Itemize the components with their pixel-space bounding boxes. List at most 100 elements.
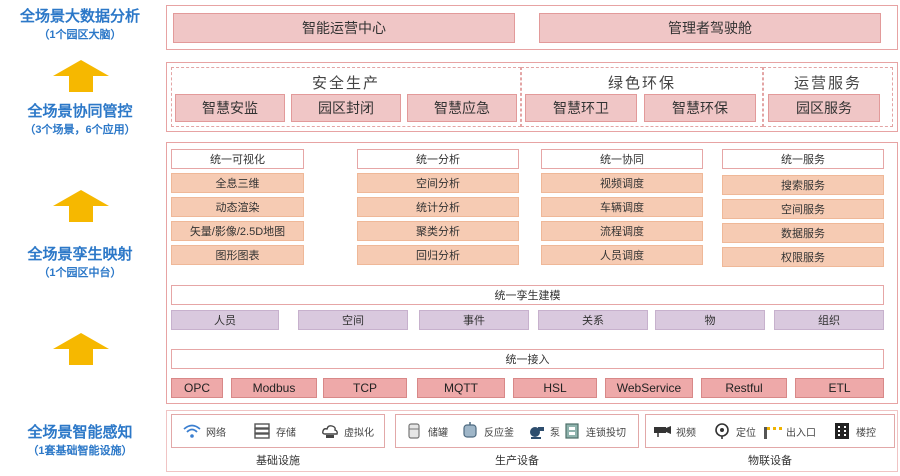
protocol-box[interactable]: Restful [701,378,787,398]
column-item[interactable]: 流程调度 [541,221,703,241]
building-icon [835,423,849,439]
device-label: 存储 [276,427,296,439]
up-arrow-icon [53,190,109,222]
app-box[interactable]: 智慧安监 [175,94,285,122]
entity-label: 事件 [463,315,485,327]
column-item[interactable]: 数据服务 [722,223,884,243]
column-item[interactable]: 视频调度 [541,173,703,193]
ops-center-box[interactable]: 智能运营中心 [173,13,515,43]
app-label: 园区服务 [796,100,852,116]
layer-label-twin: 全场景孪生映射 （1个园区中台） [0,246,160,280]
protocol-box[interactable]: HSL [513,378,597,398]
cloud-icon [322,425,338,438]
protocol-label: WebService [616,381,682,395]
device-group-label: 物联设备 [748,455,792,467]
device-item[interactable]: 连锁投切 [562,421,626,441]
unified-access-label: 统一接入 [505,354,550,366]
entity-box[interactable]: 物 [655,310,765,330]
switch-icon [565,423,579,439]
entity-box[interactable]: 组织 [774,310,884,330]
protocol-box[interactable]: Modbus [231,378,317,398]
column-item[interactable]: 人员调度 [541,245,703,265]
device-item[interactable]: 楼控 [832,421,876,441]
protocol-box[interactable]: OPC [171,378,223,398]
device-label: 楼控 [856,427,876,439]
camera-icon [654,426,671,437]
column-item-label: 视频调度 [600,178,644,190]
protocol-box[interactable]: MQTT [417,378,505,398]
layer-title: 全场景协同管控 [27,103,133,120]
device-label: 连锁投切 [586,427,626,439]
column-item-label: 权限服务 [781,252,825,264]
column-item-label: 流程调度 [600,226,644,238]
gate-icon [764,427,782,439]
device-label: 视频 [676,427,696,439]
layer-title: 全场景智能感知 [27,424,133,441]
group-title: 绿色环保 [607,75,676,92]
app-box[interactable]: 智慧应急 [407,94,517,122]
entity-label: 物 [704,315,716,327]
tank-icon [408,423,420,439]
column-item[interactable]: 空间分析 [357,173,519,193]
column-item[interactable]: 统计分析 [357,197,519,217]
column-item-label: 回归分析 [416,250,460,262]
column-item-label: 动态渲染 [215,202,260,214]
protocol-label: MQTT [444,381,478,395]
column-item-label: 搜索服务 [781,180,825,192]
device-item[interactable]: 视频 [652,421,696,441]
storage-icon [254,423,270,439]
group-title: 安全生产 [311,75,380,92]
layer-label-collab: 全场景协同管控 （3个场景，6个应用） [0,103,160,137]
entity-box[interactable]: 事件 [419,310,529,330]
column-item[interactable]: 矢量/影像/2.5D地图 [171,221,304,241]
device-item[interactable]: 虚拟化 [320,421,374,441]
column-item[interactable]: 搜索服务 [722,175,884,195]
device-item[interactable]: 定位 [712,421,756,441]
protocol-box[interactable]: WebService [605,378,693,398]
column-head-label: 统一协同 [600,154,644,166]
device-group-production: 储罐 反应釜 泵 连锁投切 [395,414,639,448]
protocol-label: HSL [543,381,567,395]
app-box[interactable]: 智慧环保 [644,94,756,122]
group-safety: 安全生产 智慧安监 园区封闭 智慧应急 [171,67,521,127]
column-item[interactable]: 车辆调度 [541,197,703,217]
column-item[interactable]: 动态渲染 [171,197,304,217]
reactor-icon [463,422,477,438]
device-item[interactable]: 反应釜 [460,421,514,441]
cockpit-box[interactable]: 管理者驾驶舱 [539,13,881,43]
app-label: 智慧应急 [434,100,490,116]
layer-title: 全场景孪生映射 [27,246,133,263]
column-item[interactable]: 全息三维 [171,173,304,193]
column-item[interactable]: 图形图表 [171,245,304,265]
column-item[interactable]: 回归分析 [357,245,519,265]
group-ops: 运营服务 园区服务 [763,67,893,127]
entity-label: 空间 [342,315,364,327]
device-item[interactable]: 泵 [526,421,560,441]
protocol-label: Restful [725,381,763,395]
app-box[interactable]: 园区服务 [768,94,880,122]
device-item[interactable]: 网络 [182,421,226,441]
protocol-box[interactable]: TCP [323,378,407,398]
column-item-label: 矢量/影像/2.5D地图 [189,226,286,238]
layer-subtitle: （1个园区中台） [38,267,122,279]
entity-box[interactable]: 关系 [538,310,648,330]
column-item[interactable]: 权限服务 [722,247,884,267]
locate-icon [715,423,729,439]
device-item[interactable]: 出入口 [762,421,816,441]
column-item[interactable]: 聚类分析 [357,221,519,241]
column-head-label: 统一分析 [416,154,460,166]
protocol-box[interactable]: ETL [795,378,884,398]
entity-box[interactable]: 空间 [298,310,408,330]
column-item[interactable]: 空间服务 [722,199,884,219]
twin-modeling-bar: 统一孪生建模 [171,285,884,305]
device-item[interactable]: 存储 [252,421,296,441]
device-group-label: 生产设备 [495,455,539,467]
app-box[interactable]: 园区封闭 [291,94,401,122]
device-item[interactable]: 储罐 [404,421,448,441]
column-head-label: 统一服务 [781,154,825,166]
ops-center-label: 智能运营中心 [302,20,386,36]
app-label: 智慧环卫 [553,100,609,116]
app-box[interactable]: 智慧环卫 [525,94,637,122]
column-item-label: 聚类分析 [416,226,460,238]
entity-box[interactable]: 人员 [171,310,279,330]
